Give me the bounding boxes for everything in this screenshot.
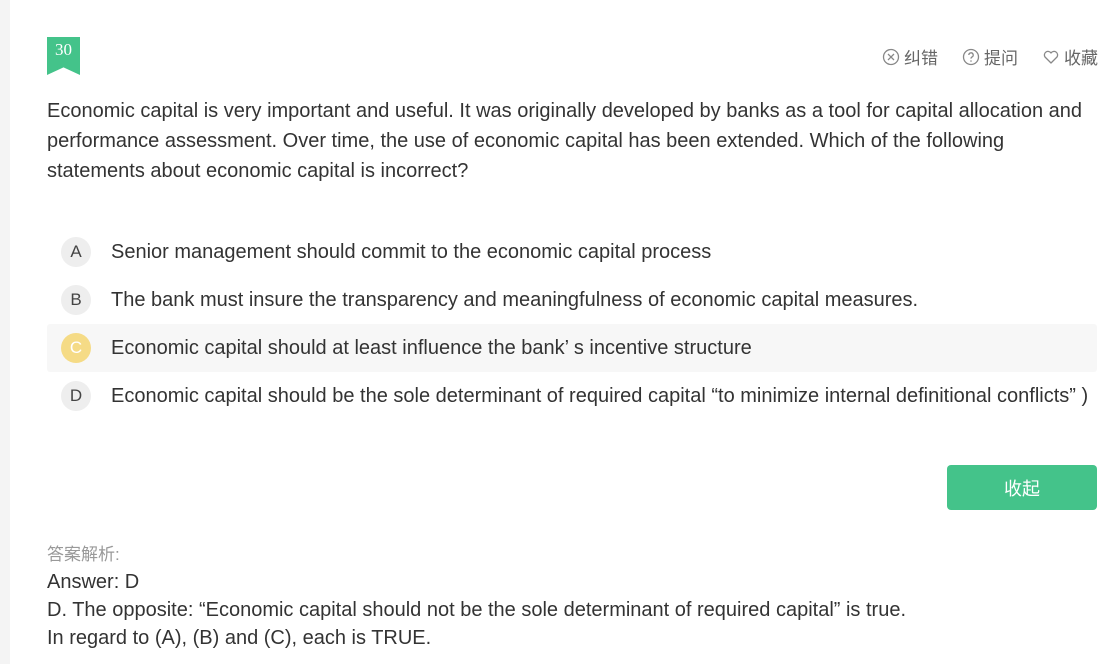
report-error-button[interactable]: 纠错	[882, 44, 938, 69]
ask-question-label: 提问	[984, 49, 1018, 68]
collapse-button[interactable]: 收起	[947, 465, 1097, 510]
option-c[interactable]: C Economic capital should at least influ…	[47, 324, 1097, 372]
explanation-line: D. The opposite: “Economic capital shoul…	[47, 599, 906, 621]
answer-line: Answer: D	[47, 571, 140, 593]
heart-icon	[1043, 50, 1059, 64]
close-circle-icon	[882, 48, 900, 65]
option-text: The bank must insure the transparency an…	[111, 289, 919, 311]
option-letter: C	[61, 333, 91, 363]
option-list: A Senior management should commit to the…	[47, 228, 1097, 420]
ask-question-button[interactable]: 提问	[962, 44, 1018, 69]
question-circle-icon	[962, 48, 980, 65]
report-error-label: 纠错	[904, 49, 938, 68]
left-edge-strip	[0, 0, 10, 664]
option-text: Senior management should commit to the e…	[111, 241, 712, 263]
option-letter: A	[61, 237, 91, 267]
question-text: Economic capital is very important and u…	[47, 100, 1083, 182]
answer-analysis: 答案解析: Answer: D D. The opposite: “Econom…	[47, 542, 1107, 652]
option-text: Economic capital should at least influen…	[111, 337, 752, 359]
option-a[interactable]: A Senior management should commit to the…	[47, 228, 1097, 276]
option-letter: D	[61, 381, 91, 411]
option-d[interactable]: D Economic capital should be the sole de…	[47, 372, 1097, 420]
question-number-badge: 30	[47, 37, 80, 75]
option-text: Economic capital should be the sole dete…	[111, 385, 1089, 407]
favorite-button[interactable]: 收藏	[1042, 44, 1098, 69]
option-b[interactable]: B The bank must insure the transparency …	[47, 276, 1097, 324]
explanation-line: In regard to (A), (B) and (C), each is T…	[47, 627, 432, 649]
question-actions: 纠错 提问 收藏	[882, 44, 1098, 69]
favorite-label: 收藏	[1064, 49, 1098, 68]
option-letter: B	[61, 285, 91, 315]
analysis-label: 答案解析:	[47, 545, 120, 564]
